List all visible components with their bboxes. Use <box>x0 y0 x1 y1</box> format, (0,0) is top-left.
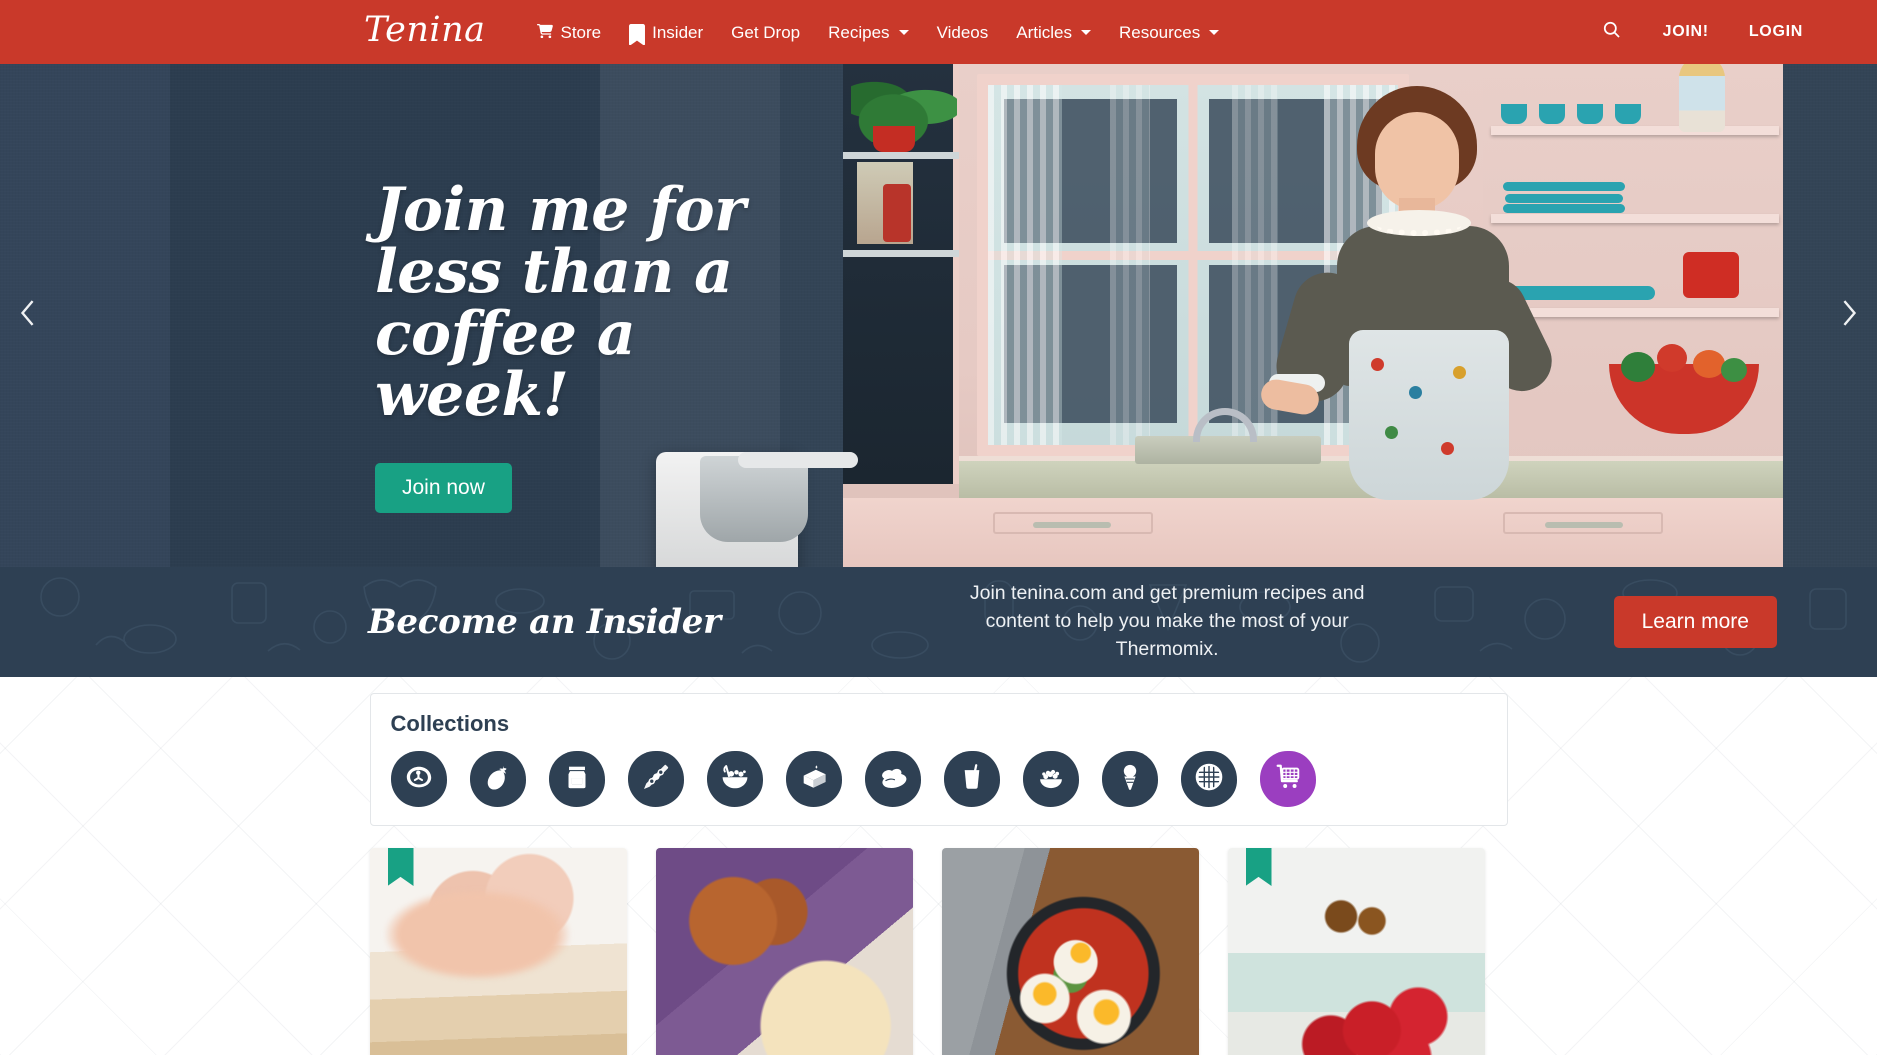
collection-skewer-icon[interactable] <box>627 751 684 807</box>
join-button[interactable]: JOIN! <box>1643 13 1729 51</box>
chevron-down-icon <box>1080 29 1091 35</box>
nav-item-recipes[interactable]: Recipes <box>814 14 922 51</box>
jar-icon <box>562 762 592 797</box>
collection-bread-icon[interactable] <box>864 751 921 807</box>
content-container: Collections <box>369 693 1508 1055</box>
collection-cake-slice-icon[interactable] <box>785 751 842 807</box>
insider-description: Join tenina.com and get premium recipes … <box>969 582 1365 660</box>
collections-panel: Collections <box>369 693 1508 826</box>
collection-jar-icon[interactable] <box>548 751 605 807</box>
collection-shop-icon[interactable] <box>1259 751 1316 807</box>
insider-heading: Become an Insider <box>368 602 721 642</box>
ice-cream-cone-icon <box>1115 762 1145 797</box>
recipe-card[interactable] <box>1227 848 1485 1055</box>
page-root: Tenina Store Insider Get Drop Recipes Vi… <box>0 0 1877 1055</box>
collection-eggplant-icon[interactable] <box>469 751 526 807</box>
collections-icon-row <box>390 751 1487 807</box>
collection-ice-cream-cone-icon[interactable] <box>1101 751 1158 807</box>
waffle-icon <box>1194 762 1224 797</box>
nav-item-resources[interactable]: Resources <box>1105 14 1233 51</box>
nav-item-store-label: Store <box>560 22 602 42</box>
nav-item-articles-label: Articles <box>1016 22 1072 42</box>
search-button[interactable] <box>1580 10 1643 54</box>
collection-drink-glass-icon[interactable] <box>943 751 1000 807</box>
chevron-down-icon <box>1209 29 1220 35</box>
hero-slide: Join me for less than a coffee a week! J… <box>0 64 1877 567</box>
chevron-left-icon <box>17 297 39 334</box>
hero-headline: Join me for less than a coffee a week! <box>375 175 746 431</box>
recipe-card[interactable] <box>941 848 1199 1055</box>
cart-icon <box>537 24 554 40</box>
bread-icon <box>878 762 908 797</box>
collections-heading: Collections <box>390 711 510 736</box>
nav-item-insider[interactable]: Insider <box>615 14 717 51</box>
berry-bowl-icon <box>1036 762 1066 797</box>
login-button[interactable]: LOGIN <box>1729 13 1823 51</box>
navbar-inner: Tenina Store Insider Get Drop Recipes Vi… <box>0 10 1877 54</box>
nav-item-get-drop-label: Get Drop <box>731 22 801 42</box>
carousel-prev-button[interactable] <box>6 286 50 346</box>
navbar-actions: JOIN! LOGIN <box>1580 10 1823 54</box>
search-icon <box>1602 20 1621 44</box>
main-content: Collections <box>0 677 1877 1055</box>
hero-join-now-button[interactable]: Join now <box>375 463 512 514</box>
recipe-card[interactable] <box>655 848 913 1055</box>
become-an-insider-band: Become an Insider Join tenina.com and ge… <box>0 567 1877 677</box>
collection-waffle-icon[interactable] <box>1180 751 1237 807</box>
hero-carousel: Join me for less than a coffee a week! J… <box>0 64 1877 567</box>
recipe-card[interactable] <box>369 848 627 1055</box>
recipe-cards-row <box>369 848 1508 1055</box>
nav-item-insider-label: Insider <box>652 22 704 42</box>
bookmark-icon <box>629 24 646 46</box>
salad-bowl-icon <box>720 762 750 797</box>
top-navbar: Tenina Store Insider Get Drop Recipes Vi… <box>0 0 1877 64</box>
nav-item-videos-label: Videos <box>936 22 989 42</box>
skewer-icon <box>641 762 671 797</box>
carousel-next-button[interactable] <box>1827 286 1871 346</box>
chevron-down-icon <box>898 29 909 35</box>
shopping-cart-icon <box>1273 762 1303 797</box>
nav-item-videos[interactable]: Videos <box>923 14 1003 51</box>
nav-item-get-drop[interactable]: Get Drop <box>717 14 814 51</box>
host-portrait <box>1258 86 1601 500</box>
nav-item-articles[interactable]: Articles <box>1002 14 1105 51</box>
collection-salad-bowl-icon[interactable] <box>706 751 763 807</box>
collection-berry-bowl-icon[interactable] <box>1022 751 1079 807</box>
meat-icon <box>404 762 434 797</box>
drink-glass-icon <box>957 762 987 797</box>
eggplant-icon <box>483 762 513 797</box>
recipe-card-image <box>655 848 913 1055</box>
nav-item-recipes-label: Recipes <box>828 22 890 42</box>
insider-inner: Become an Insider Join tenina.com and ge… <box>0 580 1877 663</box>
thermomix-appliance <box>630 394 858 567</box>
recipe-card-image <box>941 848 1199 1055</box>
learn-more-button[interactable]: Learn more <box>1613 596 1777 648</box>
site-logo[interactable]: Tenina <box>364 12 485 48</box>
kitchen-illustration <box>843 64 1783 567</box>
chevron-right-icon <box>1838 297 1860 334</box>
nav-item-resources-label: Resources <box>1118 22 1201 42</box>
hero-image-vintage-kitchen <box>843 64 1783 567</box>
collection-meat-icon[interactable] <box>390 751 447 807</box>
primary-nav: Store Insider Get Drop Recipes Videos Ar… <box>523 14 1233 51</box>
nav-item-store[interactable]: Store <box>523 14 615 51</box>
cake-slice-icon <box>799 762 829 797</box>
